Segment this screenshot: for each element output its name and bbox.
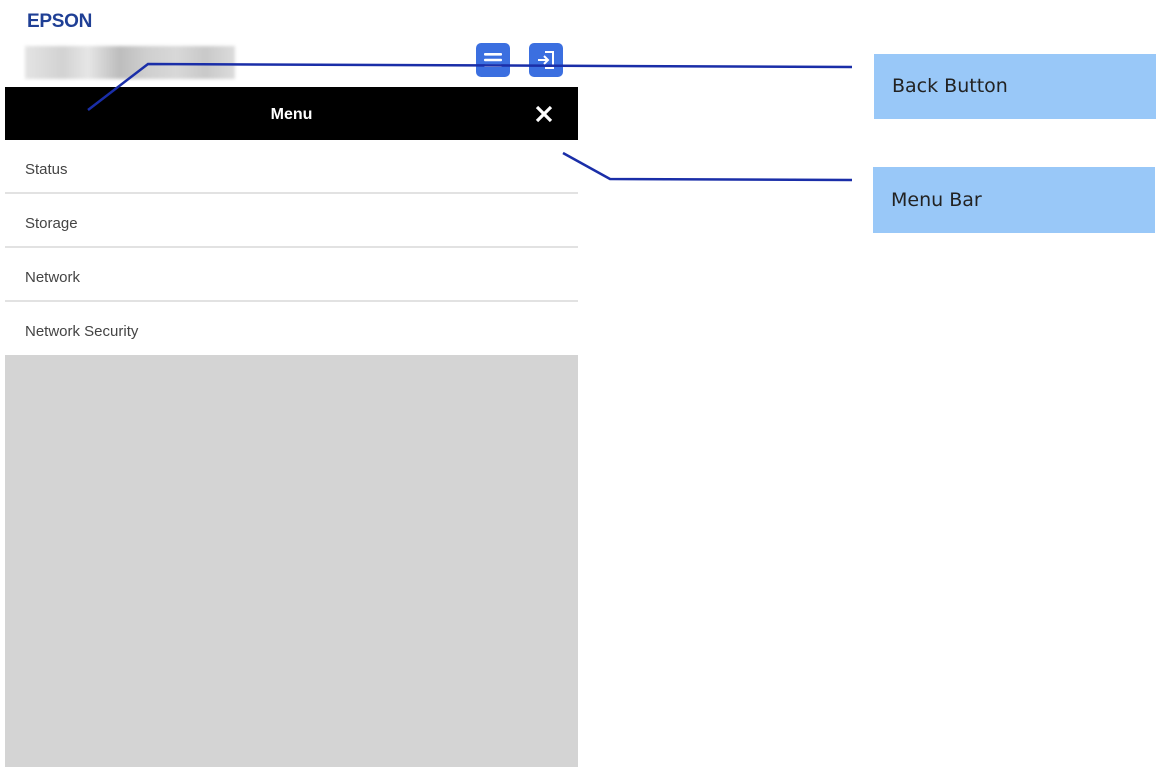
screenshot-stage: EPSON Menu Status Storage Network Networ… <box>0 0 1159 767</box>
dimmed-page-overlay[interactable] <box>5 355 578 767</box>
menu-item-status[interactable]: Status <box>5 140 578 194</box>
hamburger-menu-button[interactable] <box>476 43 510 77</box>
web-config-panel: EPSON Menu Status Storage Network Networ… <box>5 0 578 767</box>
close-icon[interactable] <box>534 104 554 124</box>
login-icon <box>538 51 554 69</box>
menu-item-storage[interactable]: Storage <box>5 194 578 248</box>
menu-bar-leader-line <box>562 151 853 182</box>
hamburger-icon <box>484 53 502 67</box>
device-name-redacted <box>25 46 235 79</box>
menu-bar-callout: Menu Bar <box>873 167 1155 233</box>
back-button-callout: Back Button <box>874 54 1156 119</box>
menu-bar-title: Menu <box>270 106 313 123</box>
login-button[interactable] <box>529 43 563 77</box>
menu-item-network-security[interactable]: Network Security <box>5 302 578 354</box>
epson-logo: EPSON <box>27 11 93 32</box>
menu-list: Status Storage Network Network Security <box>5 140 578 354</box>
menu-bar: Menu <box>5 87 578 140</box>
page-header: EPSON <box>5 0 578 85</box>
menu-item-network[interactable]: Network <box>5 248 578 302</box>
